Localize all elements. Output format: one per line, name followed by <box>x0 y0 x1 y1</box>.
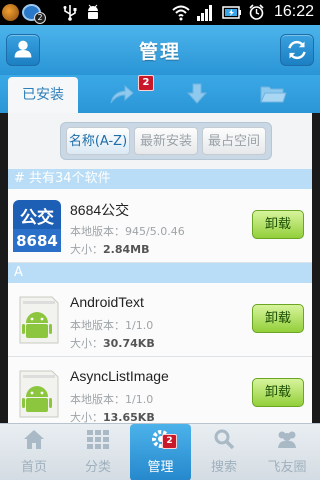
android-debug-icon <box>88 4 98 19</box>
nav-home[interactable]: 首页 <box>3 424 65 480</box>
tab-bar: 已安装 2 <box>0 75 320 113</box>
manage-badge: 2 <box>162 434 177 449</box>
nav-category[interactable]: 分类 <box>67 424 129 480</box>
app-version: 本地版本：945/5.0.46 <box>70 225 185 238</box>
app-size: 大小：13.65KB <box>70 411 155 423</box>
folder-icon[interactable] <box>258 81 288 107</box>
svg-text:8684: 8684 <box>16 232 58 250</box>
nav-label: 搜索 <box>210 460 237 475</box>
sort-by-space-button[interactable]: 最占空间 <box>202 127 266 155</box>
app-version: 本地版本：1/1.0 <box>70 393 154 406</box>
usb-icon <box>63 5 77 21</box>
alarm-icon <box>249 4 264 20</box>
sort-selector: 名称(A-Z) 最新安装 最占空间 <box>60 122 272 160</box>
battery-charging-icon <box>222 6 241 19</box>
list-item[interactable]: AndroidText 本地版本：1/1.0 大小：30.74KB 卸载 <box>8 283 312 357</box>
nav-label: 首页 <box>20 460 47 475</box>
app-header: 管理 <box>0 25 320 75</box>
home-icon <box>24 430 44 449</box>
nav-manage[interactable]: 2 管理 <box>130 424 191 480</box>
uninstall-button[interactable]: 卸载 <box>252 304 304 333</box>
refresh-icon <box>288 40 306 60</box>
refresh-button[interactable] <box>280 34 314 66</box>
app-name: AsyncListImage <box>70 368 169 384</box>
notification-badge: 2 <box>34 12 46 24</box>
page-title: 管理 <box>138 41 181 63</box>
friends-icon <box>278 431 296 448</box>
android-app-icon <box>19 370 59 418</box>
bottom-nav: 首页 分类 2 管理 搜索 飞友圈 <box>0 423 320 480</box>
8684-bus-icon: 公交 8684 <box>13 200 61 252</box>
grid-icon <box>87 430 109 449</box>
share-badge: 2 <box>138 75 154 91</box>
wifi-icon <box>172 5 190 21</box>
app-name: AndroidText <box>70 294 144 310</box>
installed-app-list: 名称(A-Z) 最新安装 最占空间 # 共有34个软件 公交 8684 8684… <box>8 113 312 423</box>
nav-friends[interactable]: 飞友圈 <box>256 424 318 480</box>
signal-icon <box>197 5 212 21</box>
app-size: 大小：30.74KB <box>70 337 155 350</box>
share-arrow-icon[interactable] <box>106 81 136 107</box>
nav-label: 分类 <box>84 460 111 475</box>
svg-text:公交: 公交 <box>20 207 54 228</box>
list-item[interactable]: 公交 8684 8684公交 本地版本：945/5.0.46 大小：2.84MB… <box>8 189 312 263</box>
app-version: 本地版本：1/1.0 <box>70 319 154 332</box>
list-item[interactable]: AsyncListImage 本地版本：1/1.0 大小：13.65KB 卸载 <box>8 357 312 423</box>
download-icon[interactable] <box>182 81 212 107</box>
sort-by-name-button[interactable]: 名称(A-Z) <box>66 127 130 155</box>
app-size: 大小：2.84MB <box>70 243 150 256</box>
nav-label: 飞友圈 <box>267 460 307 475</box>
search-icon <box>214 429 235 450</box>
nav-label: 管理 <box>147 460 174 475</box>
sort-by-recent-button[interactable]: 最新安装 <box>134 127 198 155</box>
app-name: 8684公交 <box>70 202 130 218</box>
section-header-a: A <box>8 263 312 283</box>
uninstall-button[interactable]: 卸载 <box>252 378 304 407</box>
nav-search[interactable]: 搜索 <box>193 424 255 480</box>
tab-installed[interactable]: 已安装 <box>8 77 78 113</box>
uninstall-button[interactable]: 卸载 <box>252 210 304 239</box>
app-count-header: # 共有34个软件 <box>8 169 312 189</box>
status-bar: 2 16:22 <box>0 0 320 25</box>
app-notification-icon <box>2 4 19 21</box>
clock: 16:22 <box>273 3 314 20</box>
android-app-icon <box>19 296 59 344</box>
